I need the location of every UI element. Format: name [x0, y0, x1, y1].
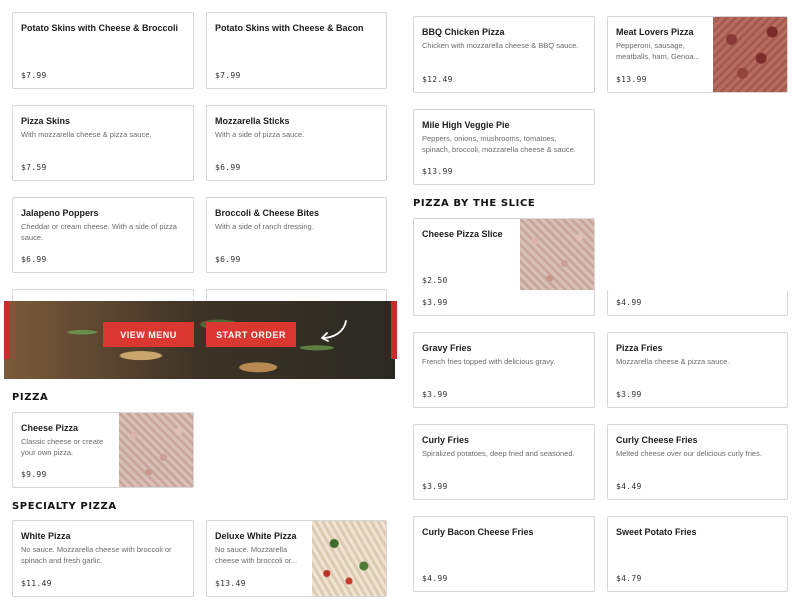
- item-price: $7.99: [215, 71, 241, 80]
- item-name: Potato Skins with Cheese & Broccoli: [21, 23, 179, 33]
- menu-item-card[interactable]: Mozzarella Sticks With a side of pizza s…: [206, 105, 387, 181]
- curved-arrow-icon: [321, 320, 347, 342]
- menu-item-card[interactable]: Jalapeno Poppers Cheddar or cream cheese…: [12, 197, 194, 273]
- item-price: $13.49: [215, 579, 246, 588]
- menu-item-card[interactable]: Potato Skins with Cheese & Bacon $7.99: [206, 12, 387, 89]
- item-name: Deluxe White Pizza: [215, 531, 297, 541]
- menu-item-card[interactable]: Deluxe White Pizza No sauce. Mozzarella …: [206, 520, 387, 597]
- view-menu-button[interactable]: VIEW MENU: [103, 322, 194, 347]
- menu-item-card[interactable]: Cheese Pizza Slice $2.50: [413, 218, 595, 294]
- section-heading-pizza-by-the-slice: PIZZA BY THE SLICE: [413, 198, 536, 209]
- menu-item-card-partial[interactable]: $4.99: [607, 290, 788, 316]
- item-price: $4.99: [616, 298, 642, 307]
- item-price: $11.49: [21, 579, 52, 588]
- item-name: Pizza Fries: [616, 343, 663, 353]
- item-photo: [119, 413, 193, 487]
- item-description: Spiralized potatoes, deep fried and seas…: [422, 449, 575, 458]
- item-price: $3.99: [616, 390, 642, 399]
- item-name: BBQ Chicken Pizza: [422, 27, 505, 37]
- hero-title: THE DELI & PIZZA SHOP: [88, 292, 328, 305]
- item-name: Curly Bacon Cheese Fries: [422, 527, 534, 537]
- item-description: Pepperoni, sausage, meatballs, ham, Geno…: [616, 41, 700, 61]
- hero-accent-right: [391, 301, 397, 359]
- item-price: $6.99: [215, 163, 241, 172]
- item-name: Curly Cheese Fries: [616, 435, 698, 445]
- item-description: Mozzarella cheese & pizza sauce.: [616, 357, 730, 366]
- item-photo: [520, 219, 594, 293]
- menu-item-card[interactable]: Meat Lovers Pizza Pepperoni, sausage, me…: [607, 16, 788, 93]
- item-description: Melted cheese over our delicious curly f…: [616, 449, 762, 458]
- item-name: White Pizza: [21, 531, 71, 541]
- item-name: Meat Lovers Pizza: [616, 27, 694, 37]
- menu-item-card[interactable]: White Pizza No sauce. Mozzarella cheese …: [12, 520, 194, 597]
- menu-item-card[interactable]: Pizza Skins With mozzarella cheese & piz…: [12, 105, 194, 181]
- item-name: Cheese Pizza Slice: [422, 229, 503, 239]
- menu-item-card[interactable]: Mile High Veggie Pie Peppers, onions, mu…: [413, 109, 595, 185]
- item-name: Mile High Veggie Pie: [422, 120, 510, 130]
- menu-item-card[interactable]: Curly Fries Spiralized potatoes, deep fr…: [413, 424, 595, 500]
- hero-accent-left: [4, 301, 10, 359]
- item-price: $7.59: [21, 163, 47, 172]
- item-price: $12.49: [422, 75, 453, 84]
- menu-item-card[interactable]: Sweet Potato Fries $4.79: [607, 516, 788, 592]
- item-description: With a side of ranch dressing.: [215, 222, 314, 231]
- item-name: Cheese Pizza: [21, 423, 79, 433]
- menu-item-card[interactable]: Curly Cheese Fries Melted cheese over ou…: [607, 424, 788, 500]
- item-name: Mozzarella Sticks: [215, 116, 290, 126]
- item-price: $4.79: [616, 574, 642, 583]
- menu-item-card[interactable]: BBQ Chicken Pizza Chicken with mozzarell…: [413, 16, 595, 93]
- item-description: Chicken with mozzarella cheese & BBQ sau…: [422, 41, 579, 50]
- item-price: $4.49: [616, 482, 642, 491]
- item-description: No sauce. Mozzarella cheese with broccol…: [21, 545, 172, 565]
- item-description: No sauce. Mozzarella cheese with broccol…: [215, 545, 298, 565]
- item-name: Potato Skins with Cheese & Bacon: [215, 23, 364, 33]
- item-name: Broccoli & Cheese Bites: [215, 208, 320, 218]
- item-price: $6.99: [21, 255, 47, 264]
- item-name: Curly Fries: [422, 435, 470, 445]
- item-price: $7.99: [21, 71, 47, 80]
- item-price: $3.99: [422, 482, 448, 491]
- item-name: Jalapeno Poppers: [21, 208, 99, 218]
- start-order-button[interactable]: START ORDER: [206, 322, 296, 347]
- item-description: With a side of pizza sauce.: [215, 130, 305, 139]
- item-description: French fries topped with delicious gravy…: [422, 357, 556, 366]
- item-photo: [312, 521, 386, 596]
- item-price: $9.99: [21, 470, 47, 479]
- menu-item-card[interactable]: Cheese Pizza Classic cheese or create yo…: [12, 412, 194, 488]
- menu-item-card[interactable]: Curly Bacon Cheese Fries $4.99: [413, 516, 595, 592]
- item-price: $13.99: [422, 167, 453, 176]
- item-price: $13.99: [616, 75, 647, 84]
- item-description: Cheddar or cream cheese. With a side of …: [21, 222, 177, 242]
- item-price: $2.50: [422, 276, 448, 285]
- menu-item-card-partial[interactable]: $3.99: [413, 290, 595, 316]
- section-heading-specialty-pizza: SPECIALTY PIZZA: [12, 501, 117, 512]
- item-price: $4.99: [422, 574, 448, 583]
- item-name: Gravy Fries: [422, 343, 472, 353]
- section-heading-pizza: PIZZA: [12, 392, 49, 403]
- menu-item-card[interactable]: Potato Skins with Cheese & Broccoli $7.9…: [12, 12, 194, 89]
- item-price: $3.99: [422, 298, 448, 307]
- item-price: $3.99: [422, 390, 448, 399]
- item-price: $6.99: [215, 255, 241, 264]
- menu-item-card[interactable]: Broccoli & Cheese Bites With a side of r…: [206, 197, 387, 273]
- item-description: Peppers, onions, mushrooms, tomatoes, sp…: [422, 134, 576, 154]
- menu-item-card[interactable]: Pizza Fries Mozzarella cheese & pizza sa…: [607, 332, 788, 408]
- item-name: Sweet Potato Fries: [616, 527, 697, 537]
- item-name: Pizza Skins: [21, 116, 71, 126]
- item-description: Classic cheese or create your own pizza.: [21, 437, 104, 457]
- item-description: With mozzarella cheese & pizza sauce.: [21, 130, 152, 139]
- item-photo: [713, 17, 787, 92]
- menu-item-card[interactable]: Gravy Fries French fries topped with del…: [413, 332, 595, 408]
